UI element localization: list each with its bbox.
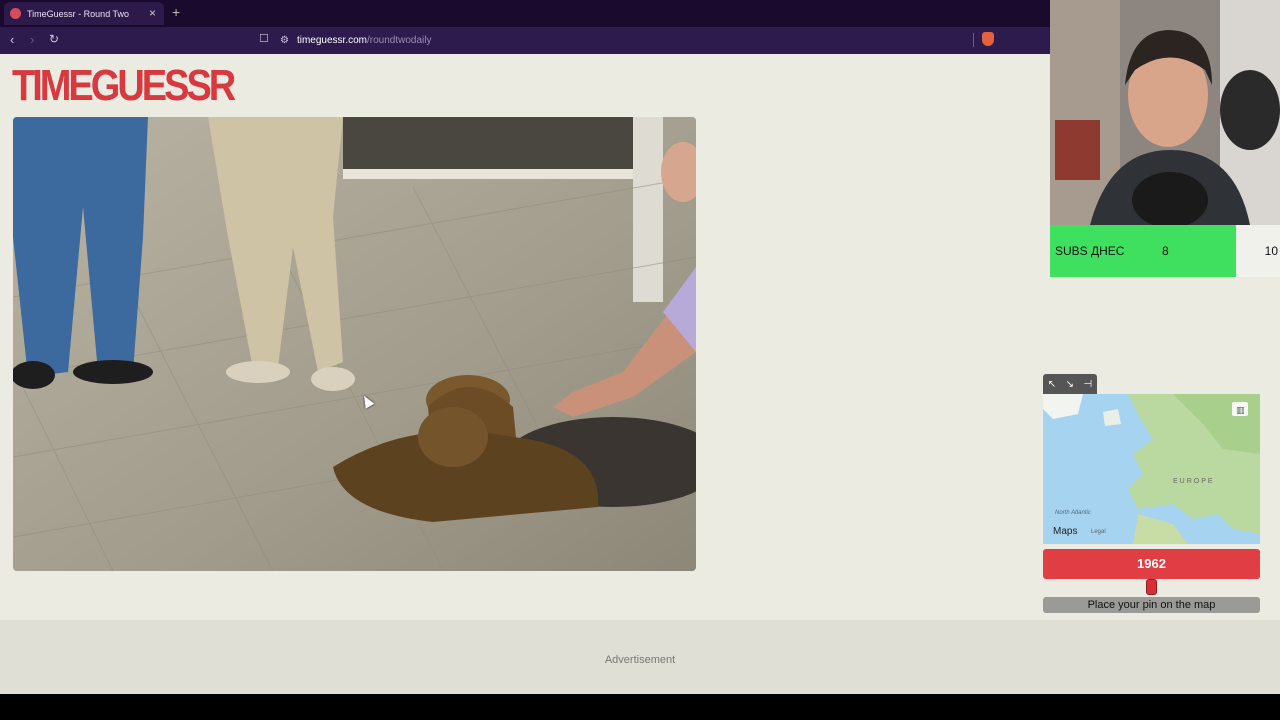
round-photo [13,117,696,571]
browser-tab[interactable]: TimeGuessr - Round Two × [4,2,164,25]
pin-map-icon[interactable]: ⊣ [1084,379,1093,390]
url-domain: timeguessr.com [296,35,367,46]
timeguessr-page: TIMEGUESSR [0,54,1050,694]
forward-icon[interactable]: › [30,32,34,47]
svg-text:▥: ▥ [1236,406,1245,416]
ocean-label: North Atlantic [1055,510,1091,516]
close-tab-icon[interactable]: × [149,6,156,20]
bookmark-icon[interactable]: ☐ [259,32,269,45]
shrink-map-icon[interactable]: ↘ [1066,379,1074,390]
year-slider-thumb[interactable] [1146,579,1157,595]
browser-tab-bar: TimeGuessr - Round Two × + [0,0,1050,27]
brave-shield-icon[interactable] [982,32,994,46]
map-controls: ↖ ↘ ⊣ [1043,374,1097,394]
subs-counter: SUBS ДНЕС 8 10 [1050,225,1280,277]
reload-icon[interactable]: ↻ [49,32,59,46]
webcam-illustration [1050,0,1280,225]
url-path: /roundtwodaily [367,35,432,46]
site-info-icon[interactable]: ⚙ [280,35,289,46]
photo-illustration [13,117,696,571]
site-favicon-icon [10,8,21,19]
advertisement-label: Advertisement [604,654,676,666]
advertisement-bar: Advertisement [0,620,1280,694]
maps-brand: Maps [1053,526,1077,537]
guess-map[interactable]: ▥ EUROPE North Atlantic Maps Legal [1043,394,1260,544]
map-illustration: ▥ EUROPE North Atlantic Maps Legal [1043,394,1260,544]
place-pin-button[interactable]: Place your pin on the map [1043,597,1260,613]
toolbar-divider [973,33,974,47]
year-display: 1962 [1043,549,1260,579]
expand-map-icon[interactable]: ↖ [1048,379,1056,390]
subs-label: SUBS ДНЕС [1055,244,1125,258]
map-region-label: EUROPE [1173,478,1215,485]
subs-count: 8 [1162,244,1169,258]
address-bar[interactable]: ⚙ timeguessr.com/roundtwodaily [280,31,970,50]
browser-toolbar: ‹ › ↻ ☐ ⚙ timeguessr.com/roundtwodaily [0,27,1050,54]
subs-goal: 10 [1264,244,1278,258]
webcam-overlay [1050,0,1280,225]
tab-title: TimeGuessr - Round Two [27,8,130,19]
timeguessr-logo[interactable]: TIMEGUESSR [12,62,236,111]
back-icon[interactable]: ‹ [10,32,14,47]
new-tab-icon[interactable]: + [172,4,180,20]
maps-legal-link: Legal [1091,529,1106,535]
